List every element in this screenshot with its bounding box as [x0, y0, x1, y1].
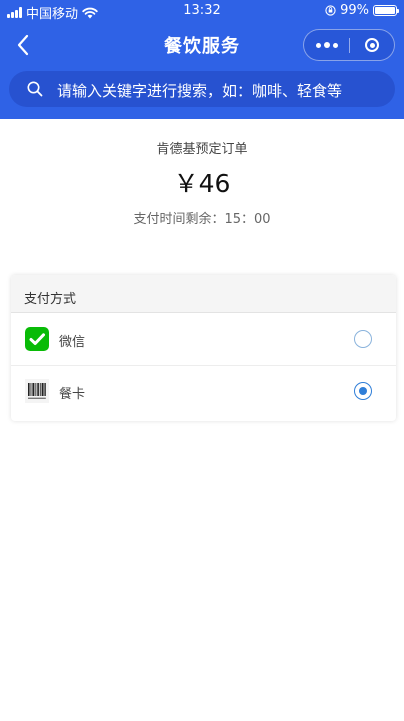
radio-meal-card[interactable] [354, 382, 372, 400]
miniprogram-capsule [303, 29, 395, 61]
payment-method-card: 支付方式 微信 餐卡 [11, 275, 396, 421]
close-miniprogram-button[interactable] [350, 30, 394, 60]
more-dots-icon [315, 42, 338, 48]
battery-icon [373, 5, 399, 16]
payment-option-meal-card[interactable]: 餐卡 [11, 365, 396, 417]
search-icon [27, 81, 43, 97]
target-circle-icon [365, 38, 379, 52]
order-amount: ￥46 [173, 169, 231, 198]
payment-option-label: 餐卡 [59, 387, 86, 402]
payment-section-title: 支付方式 [24, 292, 77, 307]
payment-option-wechat[interactable]: 微信 [11, 313, 396, 366]
nav-bar: 餐饮服务 [0, 26, 404, 64]
barcode-card-icon [25, 379, 49, 403]
status-bar: 中国移动 13:32 99% [0, 0, 404, 22]
more-button[interactable] [304, 30, 349, 60]
payment-countdown: 支付时间剩余：15：00 [133, 212, 271, 227]
payment-option-label: 微信 [59, 335, 86, 350]
payment-section-header: 支付方式 [11, 275, 396, 313]
search-placeholder: 请输入关键字进行搜索，如：咖啡、轻食等 [57, 82, 343, 100]
wechat-icon [25, 327, 49, 351]
radio-wechat[interactable] [354, 330, 372, 348]
status-right: 99% [325, 3, 399, 18]
orientation-lock-icon [325, 5, 336, 16]
order-name: 肯德基预定订单 [156, 142, 248, 157]
app-header: 中国移动 13:32 99% 餐饮服务 请输入关键字进行搜索，如：咖啡、轻食等 [0, 0, 404, 119]
battery-percent: 99% [340, 3, 369, 18]
search-input[interactable]: 请输入关键字进行搜索，如：咖啡、轻食等 [9, 71, 395, 107]
